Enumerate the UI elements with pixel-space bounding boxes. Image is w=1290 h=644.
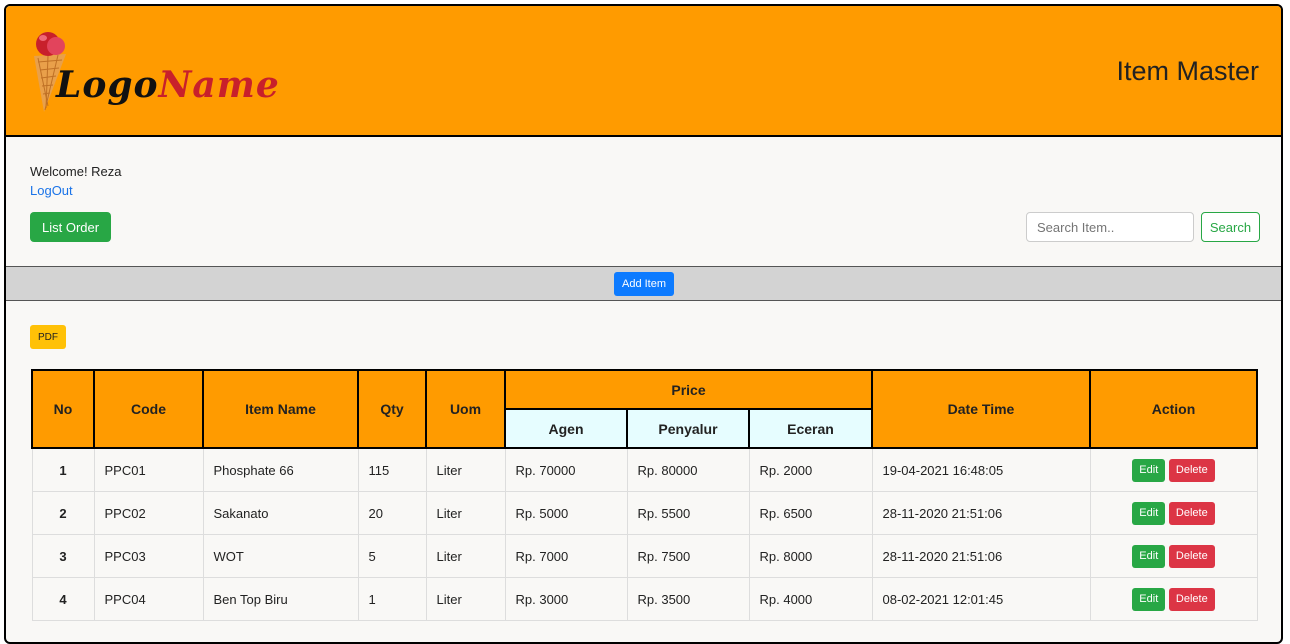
table-row: 4 PPC04 Ben Top Biru 1 Liter Rp. 3000 Rp… xyxy=(31,577,1258,621)
cell-code: PPC04 xyxy=(93,577,204,621)
header-no: No xyxy=(31,369,95,449)
edit-button[interactable]: Edit xyxy=(1132,458,1166,482)
cell-no: 4 xyxy=(31,577,95,621)
cell-date-time: 19-04-2021 16:48:05 xyxy=(871,447,1091,492)
logo-text-part1: Logo xyxy=(56,64,159,106)
header-price-penyalur: Penyalur xyxy=(626,408,750,449)
header-date-time: Date Time xyxy=(871,369,1091,449)
header-item-name: Item Name xyxy=(202,369,359,449)
search-input[interactable] xyxy=(1026,212,1194,242)
add-item-bar: Add Item xyxy=(6,266,1281,301)
logout-link[interactable]: LogOut xyxy=(30,183,73,198)
app-frame: LogoName Item Master Welcome! Reza LogOu… xyxy=(4,4,1283,644)
search-button[interactable]: Search xyxy=(1201,212,1260,242)
cell-qty: 5 xyxy=(357,534,427,578)
cell-action: Edit Delete xyxy=(1089,534,1258,578)
cell-date-time: 28-11-2020 21:51:06 xyxy=(871,534,1091,578)
cell-action: Edit Delete xyxy=(1089,491,1258,535)
edit-button[interactable]: Edit xyxy=(1132,544,1166,568)
cell-price-eceran: Rp. 4000 xyxy=(748,577,873,621)
cell-price-penyalur: Rp. 7500 xyxy=(626,534,750,578)
header-price-agen: Agen xyxy=(504,408,628,449)
cell-uom: Liter xyxy=(425,534,506,578)
header-qty: Qty xyxy=(357,369,427,449)
page-header: LogoName Item Master xyxy=(6,6,1281,137)
cell-uom: Liter xyxy=(425,491,506,535)
cell-uom: Liter xyxy=(425,447,506,492)
pdf-button[interactable]: PDF xyxy=(30,325,66,349)
table-row: 2 PPC02 Sakanato 20 Liter Rp. 5000 Rp. 5… xyxy=(31,491,1258,535)
logo-text-part2: Name xyxy=(158,64,280,106)
cell-code: PPC03 xyxy=(93,534,204,578)
cell-qty: 1 xyxy=(357,577,427,621)
edit-button[interactable]: Edit xyxy=(1132,587,1166,611)
cell-action: Edit Delete xyxy=(1089,577,1258,621)
cell-no: 1 xyxy=(31,447,95,492)
cell-qty: 115 xyxy=(357,447,427,492)
cell-price-penyalur: Rp. 80000 xyxy=(626,447,750,492)
welcome-text: Welcome! Reza xyxy=(30,164,122,179)
cell-item-name: WOT xyxy=(202,534,359,578)
header-price: Price xyxy=(504,369,873,410)
cell-code: PPC01 xyxy=(93,447,204,492)
header-action: Action xyxy=(1089,369,1258,449)
cell-uom: Liter xyxy=(425,577,506,621)
page-title: Item Master xyxy=(1116,56,1259,86)
cell-price-eceran: Rp. 2000 xyxy=(748,447,873,492)
cell-item-name: Phosphate 66 xyxy=(202,447,359,492)
cell-qty: 20 xyxy=(357,491,427,535)
cell-price-eceran: Rp. 8000 xyxy=(748,534,873,578)
table-row: 3 PPC03 WOT 5 Liter Rp. 7000 Rp. 7500 Rp… xyxy=(31,534,1258,578)
list-order-button[interactable]: List Order xyxy=(30,212,112,242)
cell-price-agen: Rp. 7000 xyxy=(504,534,628,578)
cell-no: 2 xyxy=(31,491,95,535)
delete-button[interactable]: Delete xyxy=(1168,544,1215,568)
cell-date-time: 08-02-2021 12:01:45 xyxy=(871,577,1091,621)
cell-date-time: 28-11-2020 21:51:06 xyxy=(871,491,1091,535)
cell-item-name: Sakanato xyxy=(202,491,359,535)
delete-button[interactable]: Delete xyxy=(1168,587,1215,611)
header-price-eceran: Eceran xyxy=(748,408,873,449)
delete-button[interactable]: Delete xyxy=(1168,458,1215,482)
cell-price-penyalur: Rp. 5500 xyxy=(626,491,750,535)
cell-price-agen: Rp. 70000 xyxy=(504,447,628,492)
cell-price-eceran: Rp. 6500 xyxy=(748,491,873,535)
logo-wordmark: LogoName xyxy=(56,64,280,106)
cell-price-penyalur: Rp. 3500 xyxy=(626,577,750,621)
edit-button[interactable]: Edit xyxy=(1132,501,1166,525)
brand-logo[interactable]: LogoName xyxy=(28,28,279,118)
cell-price-agen: Rp. 3000 xyxy=(504,577,628,621)
table-row: 1 PPC01 Phosphate 66 115 Liter Rp. 70000… xyxy=(31,447,1258,492)
cell-no: 3 xyxy=(31,534,95,578)
cell-code: PPC02 xyxy=(93,491,204,535)
cell-price-agen: Rp. 5000 xyxy=(504,491,628,535)
delete-button[interactable]: Delete xyxy=(1168,501,1215,525)
cell-item-name: Ben Top Biru xyxy=(202,577,359,621)
header-uom: Uom xyxy=(425,369,506,449)
cell-action: Edit Delete xyxy=(1089,447,1258,492)
header-code: Code xyxy=(93,369,204,449)
add-item-button[interactable]: Add Item xyxy=(614,272,675,296)
items-table: No Code Item Name Qty Uom Price Date Tim… xyxy=(31,369,1258,621)
